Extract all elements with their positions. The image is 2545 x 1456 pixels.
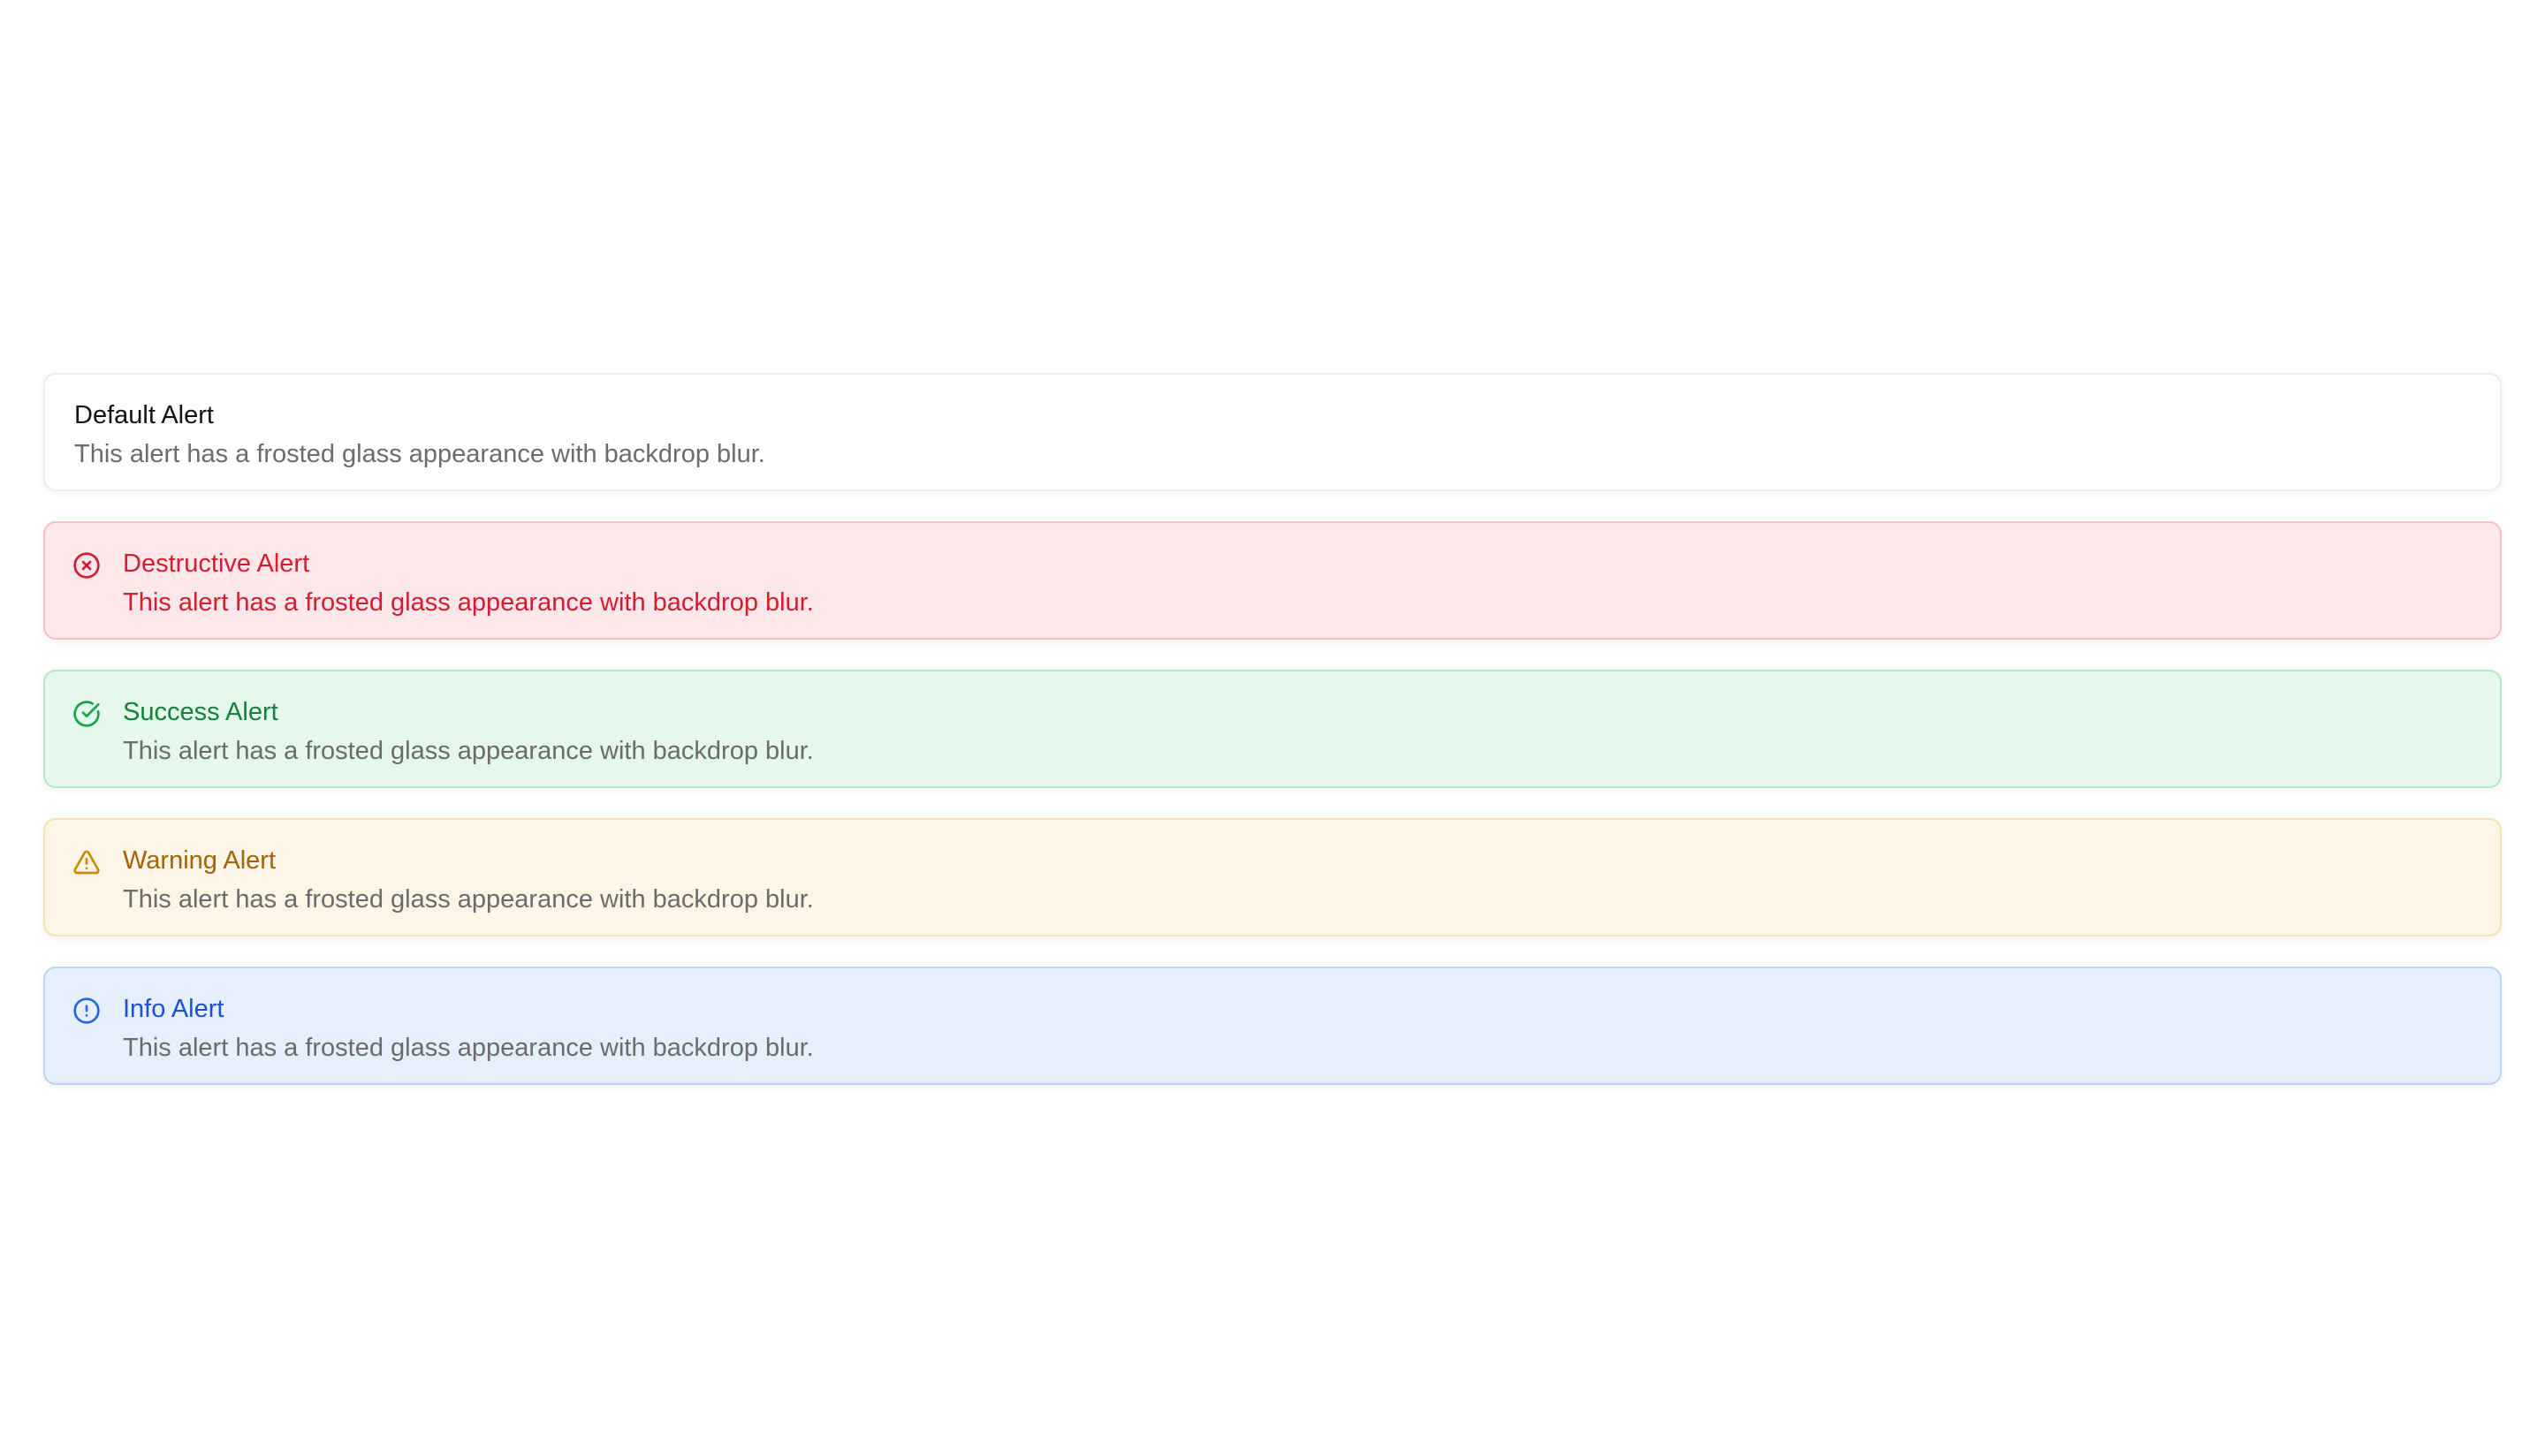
default-alert-title: Default Alert	[74, 401, 214, 429]
alert-stack: Default Alert This alert has a frosted g…	[43, 373, 2502, 1085]
info-alert-description: This alert has a frosted glass appearanc…	[123, 1034, 814, 1062]
x-circle-icon	[72, 551, 101, 580]
success-alert-title: Success Alert	[123, 698, 278, 726]
success-alert-description: This alert has a frosted glass appearanc…	[123, 737, 814, 765]
warning-alert-description: This alert has a frosted glass appearanc…	[123, 885, 814, 914]
warning-triangle-icon	[72, 848, 101, 876]
default-alert: Default Alert This alert has a frosted g…	[43, 373, 2502, 491]
warning-alert: Warning Alert This alert has a frosted g…	[43, 818, 2502, 937]
destructive-alert: Destructive Alert This alert has a frost…	[43, 521, 2502, 640]
check-circle-icon	[72, 700, 101, 728]
destructive-alert-description: This alert has a frosted glass appearanc…	[123, 588, 814, 617]
default-alert-description: This alert has a frosted glass appearanc…	[74, 440, 765, 468]
info-alert-title: Info Alert	[123, 995, 224, 1023]
success-alert: Success Alert This alert has a frosted g…	[43, 670, 2502, 788]
info-alert: Info Alert This alert has a frosted glas…	[43, 967, 2502, 1085]
warning-alert-title: Warning Alert	[123, 846, 276, 875]
info-circle-icon	[72, 997, 101, 1025]
destructive-alert-title: Destructive Alert	[123, 550, 310, 578]
